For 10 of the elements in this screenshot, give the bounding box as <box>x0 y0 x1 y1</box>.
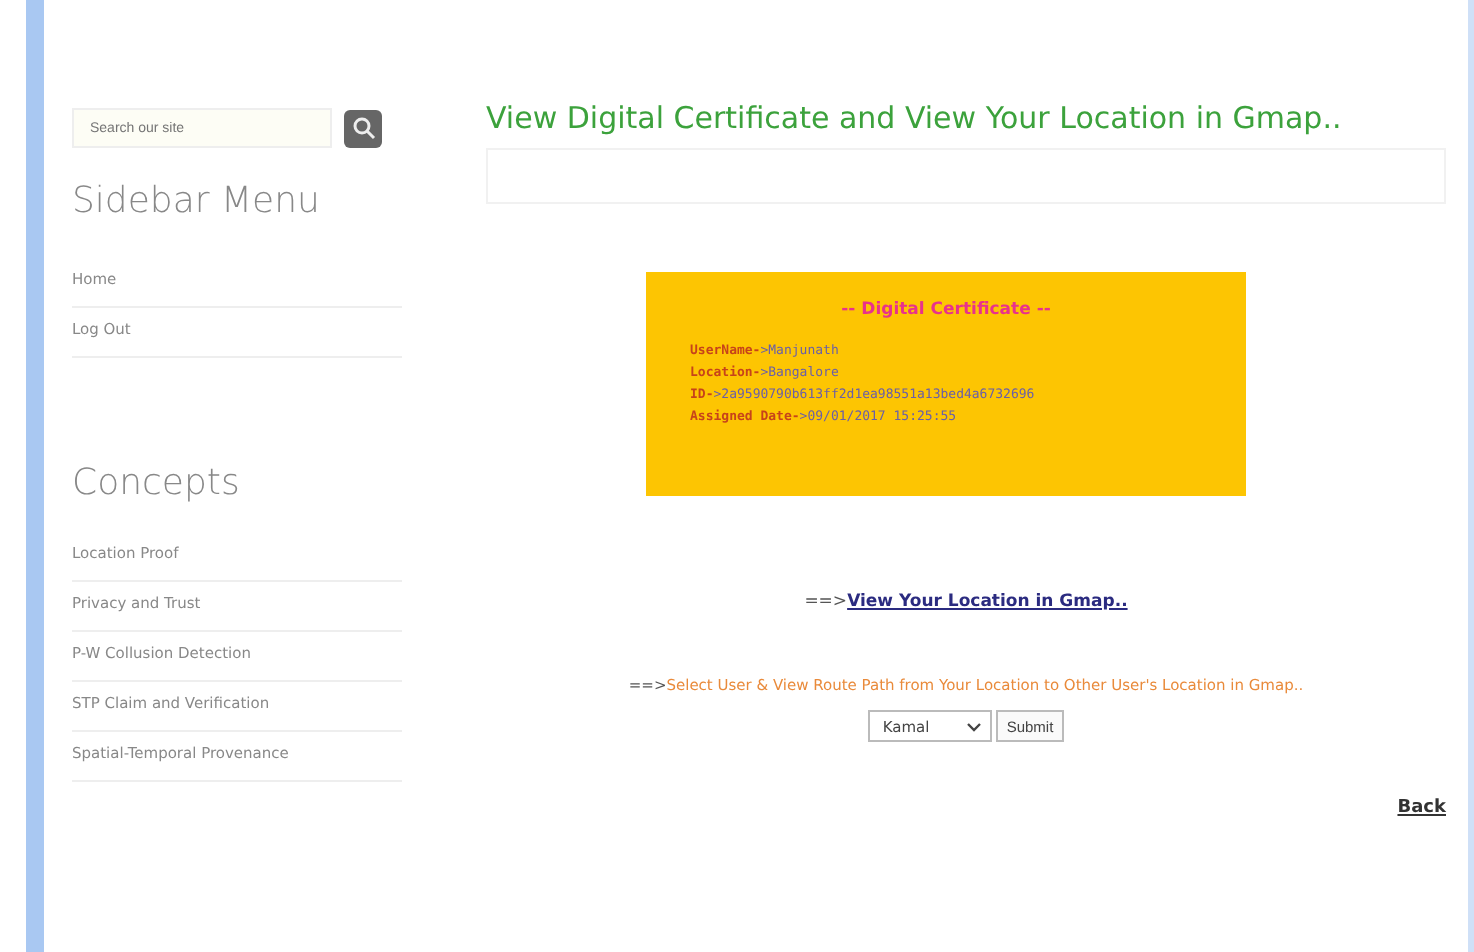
concepts-heading: Concepts <box>72 462 242 504</box>
arrow-prefix: ==> <box>804 592 848 612</box>
gmap-link[interactable]: View Your Location in Gmap.. <box>847 592 1128 612</box>
search-icon <box>351 116 375 140</box>
sidebar-heading: Sidebar Menu <box>72 180 322 222</box>
certificate-heading: -- Digital Certificate -- <box>839 300 1053 320</box>
page-title: View Digital Certificate and View Your Location in Gmap.. <box>486 100 1344 136</box>
back-link[interactable]: Back <box>1397 798 1446 818</box>
chevron-icon <box>966 721 983 731</box>
search-button[interactable] <box>344 109 382 147</box>
